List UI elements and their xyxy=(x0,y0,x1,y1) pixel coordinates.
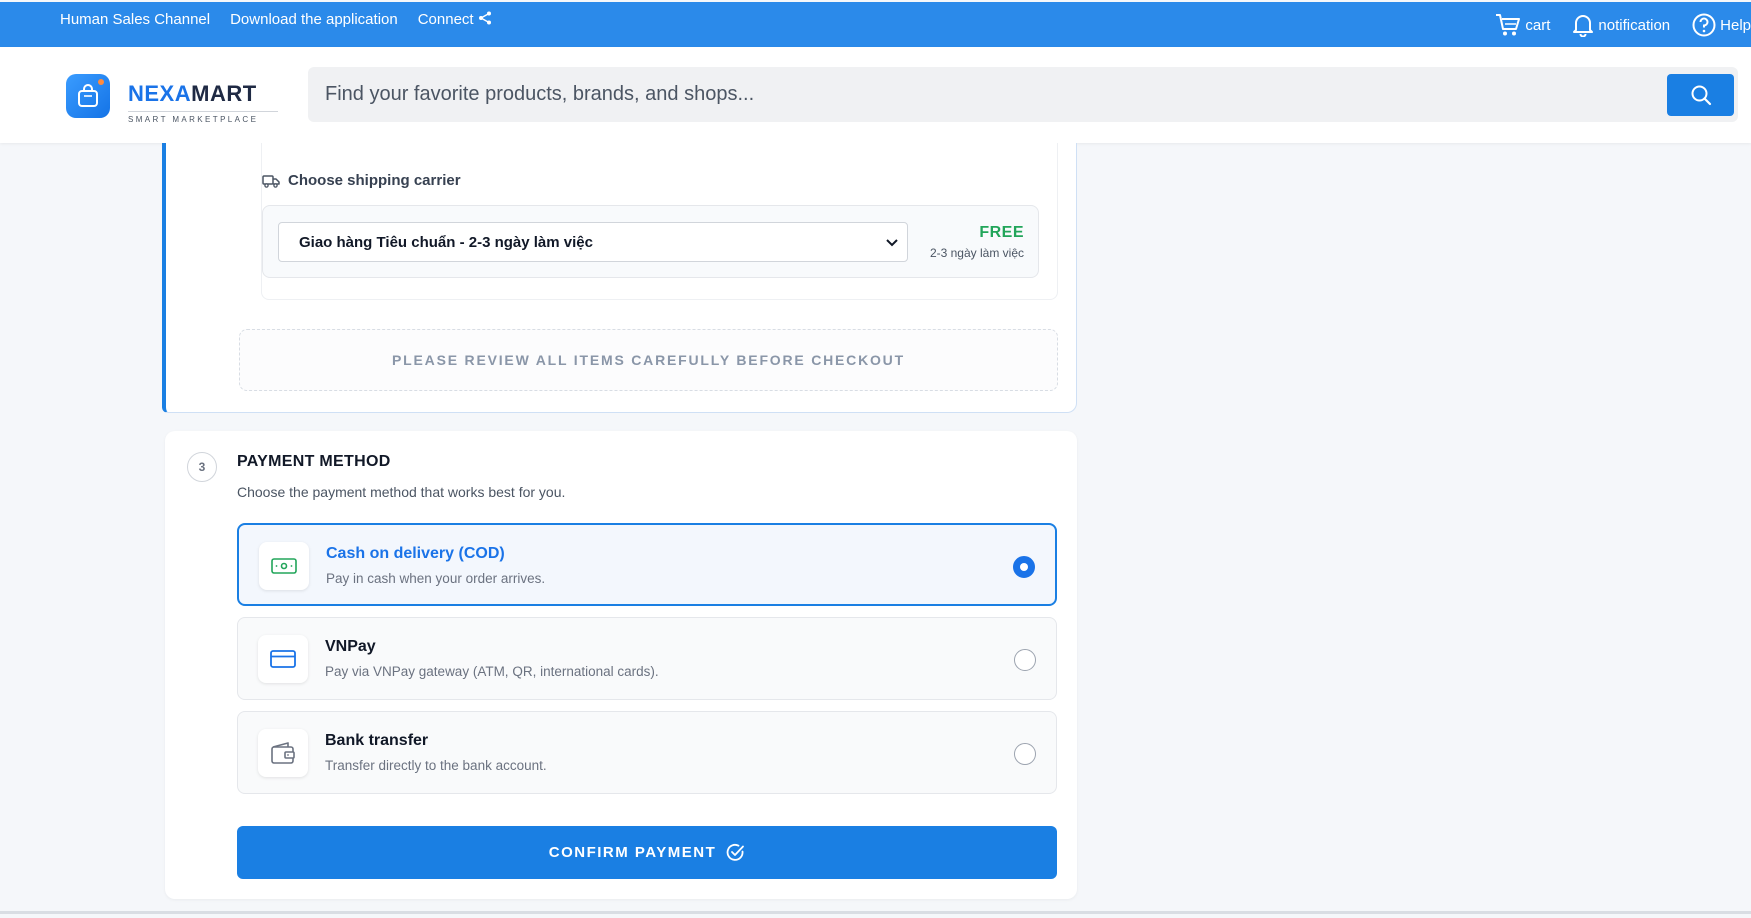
logo[interactable] xyxy=(66,74,110,118)
help-icon xyxy=(1692,13,1716,37)
cash-icon xyxy=(271,558,297,574)
payment-option-desc: Pay in cash when your order arrives. xyxy=(326,571,546,586)
notification-link[interactable]: notification xyxy=(1572,13,1670,37)
payment-method-title: PAYMENT METHOD xyxy=(237,453,391,470)
shopping-bag-icon xyxy=(78,84,98,107)
payment-method-subtitle: Choose the payment method that works bes… xyxy=(237,484,566,500)
top-bar-right: cart notification Help xyxy=(1495,2,1751,48)
payment-option-vnpay[interactable]: VNPay Pay via VNPay gateway (ATM, QR, in… xyxy=(237,617,1057,700)
help-label: Help xyxy=(1720,16,1751,34)
share-icon xyxy=(478,11,491,24)
brand-name[interactable]: NEXAMART xyxy=(128,81,257,107)
credit-card-icon xyxy=(270,650,296,668)
payment-option-desc: Pay via VNPay gateway (ATM, QR, internat… xyxy=(325,664,659,679)
logo-badge-dot xyxy=(98,79,104,85)
shipping-price: FREE 2-3 ngày làm việc xyxy=(930,224,1024,260)
search-icon xyxy=(1691,85,1711,106)
bell-icon xyxy=(1573,15,1594,37)
payment-option-icon xyxy=(259,542,309,590)
order-items-card: Choose shipping carrier Giao hàng Tiêu c… xyxy=(162,143,1077,413)
payment-option-icon xyxy=(258,635,308,683)
human-sales-channel-link[interactable]: Human Sales Channel xyxy=(60,11,210,28)
confirm-payment-button[interactable]: CONFIRM PAYMENT xyxy=(237,826,1057,879)
wallet-icon xyxy=(271,742,295,764)
shipping-carrier-row: Giao hàng Tiêu chuẩn - 2-3 ngày làm việc… xyxy=(262,205,1039,278)
confirm-payment-label: CONFIRM PAYMENT xyxy=(548,844,717,861)
truck-icon xyxy=(262,174,280,188)
download-app-link[interactable]: Download the application xyxy=(230,11,398,28)
shipping-section: Choose shipping carrier Giao hàng Tiêu c… xyxy=(261,143,1058,300)
payment-option-bank-transfer[interactable]: Bank transfer Transfer directly to the b… xyxy=(237,711,1057,794)
cart-link[interactable]: cart xyxy=(1495,13,1550,37)
payment-option-icon xyxy=(258,729,308,777)
payment-option-name: Cash on delivery (COD) xyxy=(326,545,505,562)
shipping-carrier-heading: Choose shipping carrier xyxy=(262,172,461,189)
top-bar: Human Sales Channel Download the applica… xyxy=(0,2,1751,47)
search-input[interactable] xyxy=(308,67,1658,122)
search-bar xyxy=(308,67,1738,122)
shipping-carrier-title: Choose shipping carrier xyxy=(288,172,461,189)
notification-label: notification xyxy=(1598,16,1671,34)
payment-option-name: Bank transfer xyxy=(325,732,429,749)
review-notice: PLEASE REVIEW ALL ITEMS CAREFULLY BEFORE… xyxy=(239,329,1058,391)
brand-tagline: SMART MARKETPLACE xyxy=(128,111,278,124)
cart-label: cart xyxy=(1525,16,1551,34)
top-bar-left: Human Sales Channel Download the applica… xyxy=(60,2,492,36)
step-number: 3 xyxy=(187,452,217,482)
chevron-down-icon xyxy=(886,239,898,247)
payment-option-desc: Transfer directly to the bank account. xyxy=(325,758,547,773)
payment-option-name: VNPay xyxy=(325,638,376,655)
payment-option-radio[interactable] xyxy=(1013,556,1035,578)
shipping-fee: FREE xyxy=(979,224,1024,241)
brand-name-part1: NEXA xyxy=(128,81,192,106)
payment-method-card: 3 PAYMENT METHOD Choose the payment meth… xyxy=(165,431,1077,899)
page-bottom-divider xyxy=(0,911,1751,914)
search-button[interactable] xyxy=(1667,74,1734,116)
payment-option-cod[interactable]: Cash on delivery (COD) Pay in cash when … xyxy=(237,523,1057,606)
help-link[interactable]: Help xyxy=(1692,13,1751,37)
selected-carrier-text: Giao hàng Tiêu chuẩn - 2-3 ngày làm việc xyxy=(299,233,593,251)
site-header: NEXAMART SMART MARKETPLACE xyxy=(0,47,1751,143)
shipping-carrier-select[interactable]: Giao hàng Tiêu chuẩn - 2-3 ngày làm việc xyxy=(278,222,908,262)
connect-link[interactable]: Connect xyxy=(418,11,492,28)
payment-option-radio[interactable] xyxy=(1014,649,1036,671)
delivery-time: 2-3 ngày làm việc xyxy=(929,246,1024,260)
check-circle-icon xyxy=(726,844,745,861)
cart-icon xyxy=(1496,14,1521,36)
payment-option-radio[interactable] xyxy=(1014,743,1036,765)
connect-label: Connect xyxy=(417,10,474,28)
brand-name-part2: MART xyxy=(191,81,257,106)
